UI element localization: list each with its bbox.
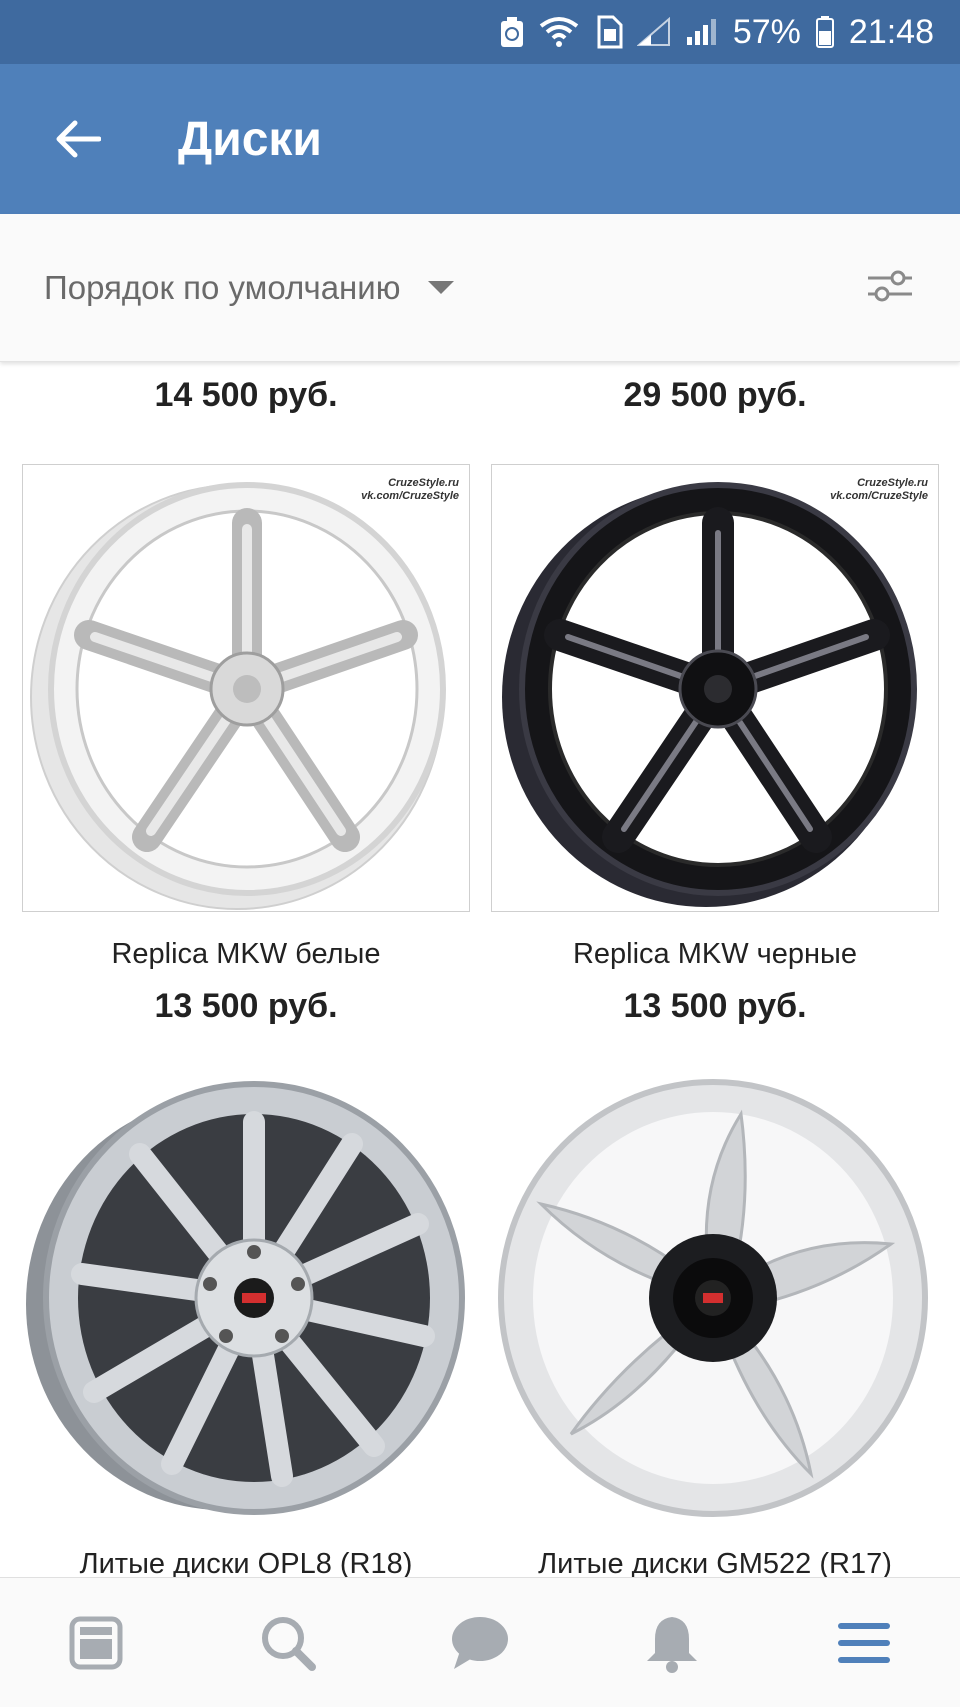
page-title: Диски xyxy=(178,112,322,166)
notifications-icon xyxy=(647,1616,697,1673)
nav-search[interactable] xyxy=(243,1598,333,1688)
filter-button[interactable] xyxy=(866,264,914,308)
product-title: Литые диски OPL8 (R18) xyxy=(79,1548,413,1577)
product-image xyxy=(491,1074,939,1522)
signal-2-icon xyxy=(685,17,719,47)
product-price: 14 500 руб. xyxy=(154,376,338,414)
filter-bar: Порядок по умолчанию xyxy=(0,214,960,362)
wifi-icon xyxy=(539,16,579,48)
previous-row: 14 500 руб. 29 500 руб. xyxy=(0,362,960,452)
search-icon xyxy=(262,1616,316,1671)
clock: 21:48 xyxy=(848,12,934,51)
product-card[interactable]: CruzeStyle.ru vk.com/CruzeStyle Replica … xyxy=(22,464,470,1026)
nav-feed[interactable] xyxy=(51,1598,141,1688)
chevron-down-icon xyxy=(428,281,455,294)
battery-icon xyxy=(815,15,835,49)
sim-icon xyxy=(593,15,623,49)
messages-icon xyxy=(452,1616,508,1669)
battery-percent: 57% xyxy=(732,12,801,51)
app-bar: Диски xyxy=(0,64,960,214)
sort-label: Порядок по умолчанию xyxy=(44,268,401,306)
watermark: CruzeStyle.ru vk.com/CruzeStyle xyxy=(830,477,928,502)
product-title: Replica MKW белые xyxy=(111,938,381,970)
product-card[interactable]: Литые диски GM522 (R17) xyxy=(491,1074,939,1577)
back-button[interactable] xyxy=(48,109,108,169)
menu-icon xyxy=(838,1622,890,1663)
product-image xyxy=(22,1074,470,1522)
product-title: Литые диски GM522 (R17) xyxy=(538,1548,892,1577)
product-card[interactable]: CruzeStyle.ru vk.com/CruzeStyle Replica … xyxy=(491,464,939,1026)
product-image: CruzeStyle.ru vk.com/CruzeStyle xyxy=(22,464,470,912)
sort-dropdown[interactable]: Порядок по умолчанию xyxy=(44,268,455,307)
nav-menu[interactable] xyxy=(819,1598,909,1688)
product-grid: 14 500 руб. 29 500 руб. CruzeStyle.ru vk.… xyxy=(0,362,960,1577)
feed-icon xyxy=(69,1616,123,1669)
recycle-storage-icon xyxy=(499,15,525,49)
bottom-navigation xyxy=(0,1577,960,1707)
product-price: 13 500 руб. xyxy=(623,987,807,1025)
product-image: CruzeStyle.ru vk.com/CruzeStyle xyxy=(491,464,939,912)
product-price: 29 500 руб. xyxy=(623,376,807,414)
arrow-left-icon xyxy=(56,120,101,158)
signal-1-icon xyxy=(636,17,671,47)
status-bar: 57% 21:48 xyxy=(0,0,960,64)
nav-messages[interactable] xyxy=(435,1598,525,1688)
product-title: Replica MKW черные xyxy=(572,938,858,970)
nav-notifications[interactable] xyxy=(627,1598,717,1688)
watermark: CruzeStyle.ru vk.com/CruzeStyle xyxy=(361,477,459,502)
product-price: 13 500 руб. xyxy=(154,987,338,1025)
filter-sliders-icon xyxy=(868,270,912,302)
product-card[interactable]: Литые диски OPL8 (R18) xyxy=(22,1074,470,1577)
